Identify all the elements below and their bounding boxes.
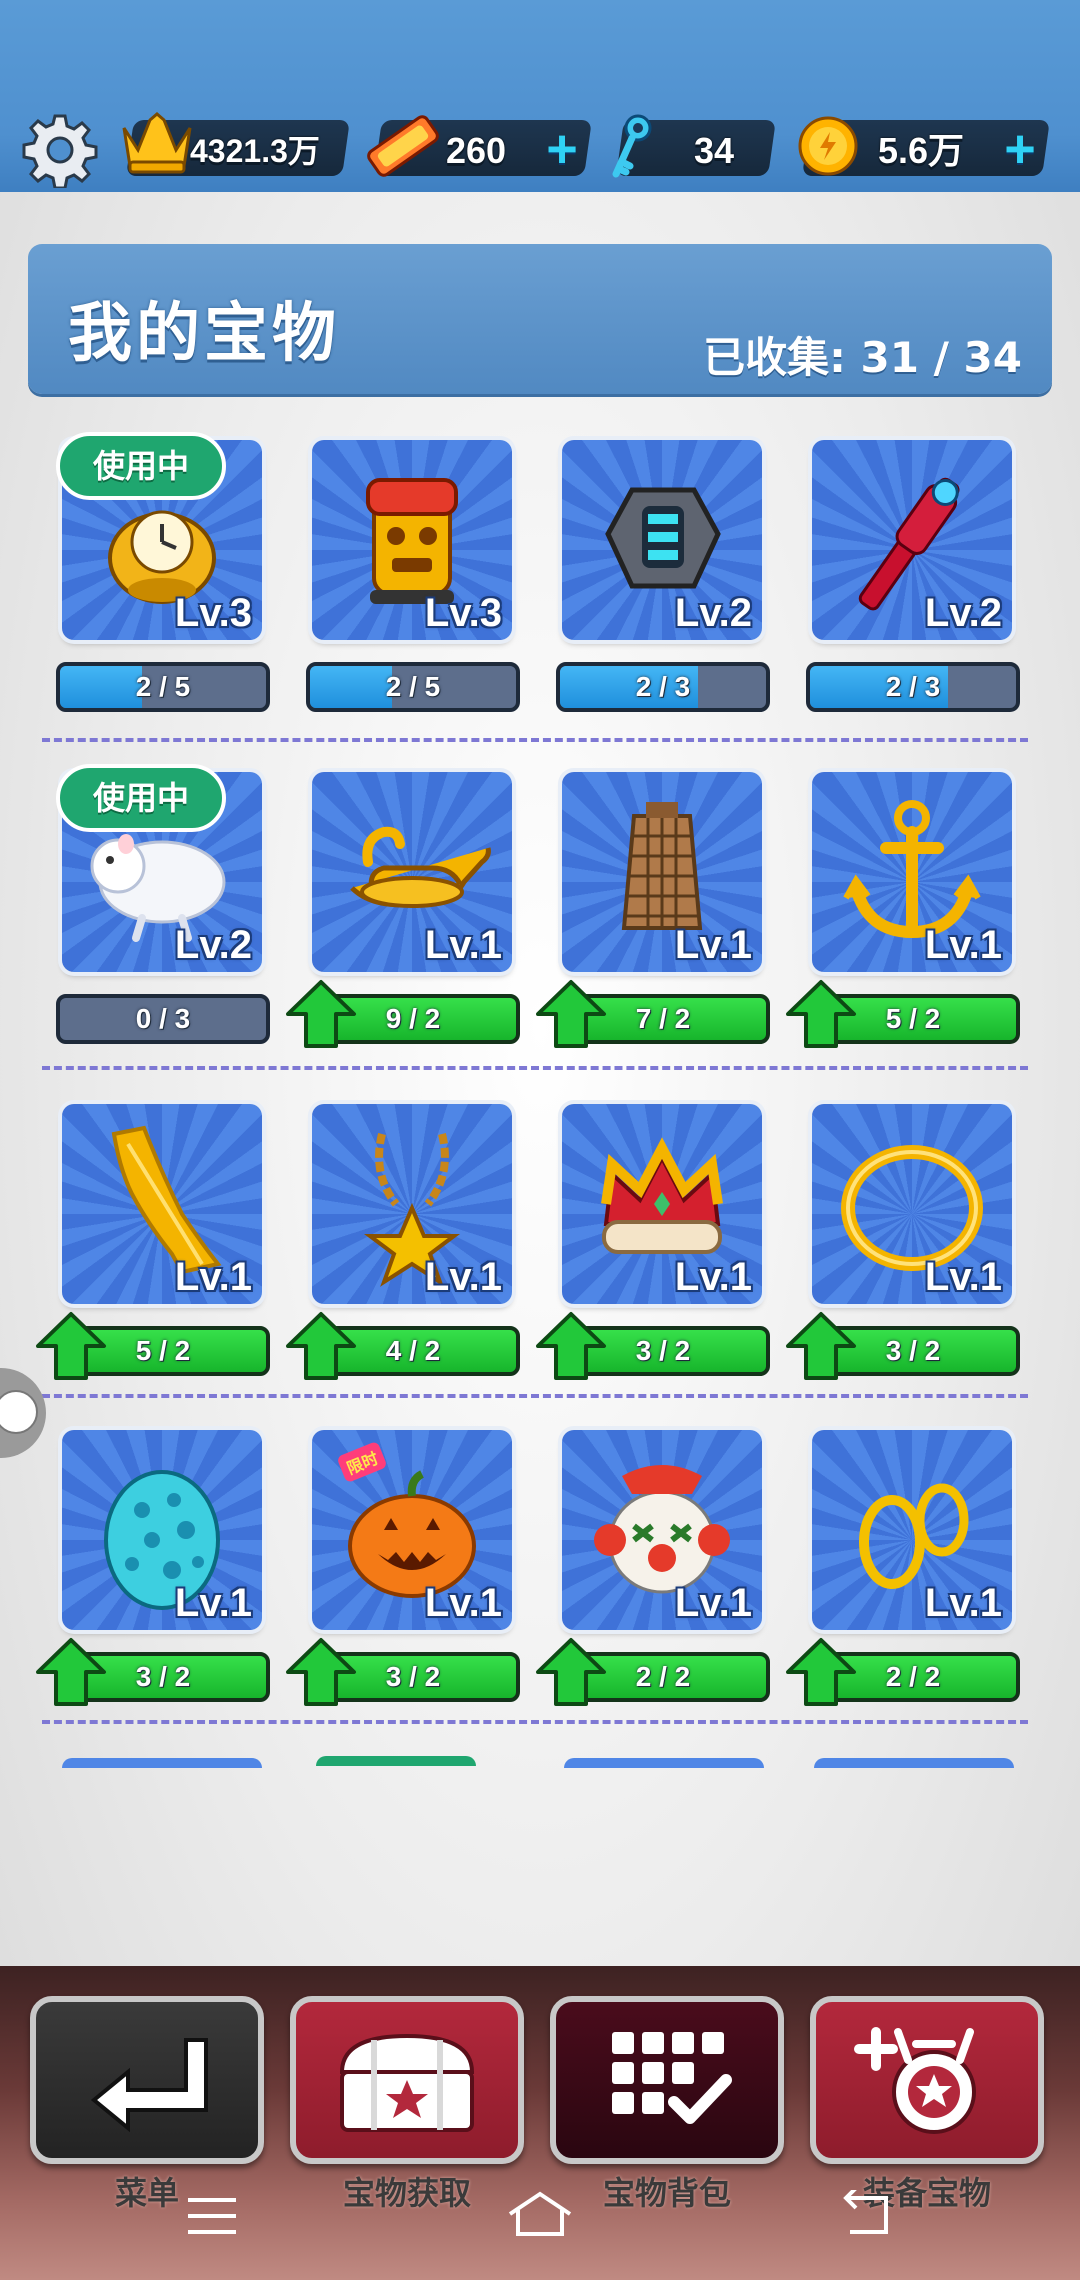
treasure-header-panel: 我的宝物 已收集: 31 / 34 (28, 244, 1052, 394)
progress-label: 0 / 3 (135, 1003, 191, 1034)
treasure-level: Lv.1 (674, 923, 752, 967)
ticket-count: 260 (446, 130, 507, 171)
treasure-card[interactable]: Lv.1 (62, 1104, 262, 1304)
equip-treasure-button[interactable] (810, 1996, 1044, 2164)
upgrade-arrow-icon (786, 980, 856, 1048)
treasure-card[interactable]: Lv.1 限时 (312, 1430, 512, 1630)
in-use-badge: 使用中 (56, 764, 226, 832)
system-back-icon[interactable] (840, 2190, 900, 2240)
treasure-card[interactable]: Lv.1 (812, 1104, 1012, 1304)
upgrade-arrow-icon (536, 1638, 606, 1706)
treasure-level: Lv.3 (424, 591, 502, 635)
upgrade-arrow-icon (786, 1312, 856, 1380)
row-divider (42, 1394, 1028, 1398)
equip-medal-icon (854, 2027, 976, 2134)
treasure-card[interactable]: Lv.1 (62, 1430, 262, 1630)
crown-count: 4321.3万 (190, 133, 320, 169)
upgrade-arrow-icon (286, 1638, 356, 1706)
row-divider (42, 1720, 1028, 1724)
treasure-card[interactable]: Lv.1 (312, 772, 512, 972)
fragment-progress-bar: 2 / 3 (806, 662, 1020, 712)
treasure-card[interactable]: Lv.1 (812, 1430, 1012, 1630)
progress-label: 2 / 3 (885, 671, 941, 702)
in-use-badge-peek (316, 1756, 476, 1766)
treasure-level: Lv.3 (174, 591, 252, 635)
fragment-progress-bar: 2 / 3 (556, 662, 770, 712)
treasure-chest-icon (339, 2033, 475, 2132)
treasure-level: Lv.2 (174, 923, 252, 967)
fragment-progress-bar: 2 / 5 (56, 662, 270, 712)
fragment-progress-bar: 2 / 5 (306, 662, 520, 712)
row-divider (42, 738, 1028, 742)
treasure-card[interactable]: Lv.1 (562, 772, 762, 972)
treasure-level: Lv.1 (924, 1581, 1002, 1625)
add-coins-button[interactable]: + (998, 122, 1042, 176)
crown-icon (122, 112, 192, 174)
upgrade-arrow-icon (36, 1312, 106, 1380)
acquire-label: 宝物获取 (342, 2174, 471, 2212)
upgrade-arrow-icon (786, 1638, 856, 1706)
acquire-treasure-button[interactable] (290, 1996, 524, 2164)
treasure-card[interactable]: Lv.1 (562, 1430, 762, 1630)
fragment-progress-bar: 0 / 3 (56, 994, 270, 1044)
backpack-label: 宝物背包 (602, 2174, 731, 2212)
treasure-card[interactable]: Lv.1 (812, 772, 1012, 972)
treasure-card[interactable]: Lv.3 (312, 440, 512, 640)
grid-check-icon (612, 2032, 732, 2124)
upgrade-arrow-icon (286, 980, 356, 1048)
collected-count: 已收集: 31 / 34 (703, 333, 1022, 382)
treasure-level: Lv.2 (924, 591, 1002, 635)
treasure-card[interactable]: Lv.1 (562, 1104, 762, 1304)
system-menu-icon[interactable] (184, 2194, 240, 2238)
coin-count: 5.6万 (878, 130, 965, 171)
treasure-level: Lv.1 (924, 1255, 1002, 1299)
treasure-level: Lv.2 (674, 591, 752, 635)
treasure-card[interactable]: Lv.1 (312, 1104, 512, 1304)
system-home-icon[interactable] (504, 2188, 576, 2240)
treasure-card-peek (814, 1758, 1014, 1768)
treasure-level: Lv.1 (424, 1255, 502, 1299)
return-arrow-icon (90, 2038, 208, 2133)
treasure-level: Lv.1 (174, 1581, 252, 1625)
treasure-level: Lv.1 (674, 1255, 752, 1299)
treasure-level: Lv.1 (174, 1255, 252, 1299)
row-divider (42, 1066, 1028, 1070)
key-icon (612, 114, 652, 178)
gear-icon[interactable] (22, 112, 98, 188)
treasure-level: Lv.1 (424, 1581, 502, 1625)
upgrade-arrow-icon (286, 1312, 356, 1380)
menu-button[interactable] (30, 1996, 264, 2164)
treasure-backpack-button[interactable] (550, 1996, 784, 2164)
ticket-icon (367, 115, 439, 177)
upgrade-arrow-icon (36, 1638, 106, 1706)
treasure-level: Lv.1 (924, 923, 1002, 967)
upgrade-arrow-icon (536, 980, 606, 1048)
upgrade-arrow-icon (536, 1312, 606, 1380)
key-count: 34 (694, 130, 735, 171)
page-title: 我的宝物 (68, 297, 340, 371)
progress-label: 2 / 5 (385, 671, 441, 702)
treasure-card-peek (564, 1758, 764, 1768)
in-use-badge: 使用中 (56, 432, 226, 500)
treasure-card[interactable]: Lv.2 (562, 440, 762, 640)
treasure-card-peek (62, 1758, 262, 1768)
add-tickets-button[interactable]: + (540, 122, 584, 176)
coin-icon (798, 116, 858, 176)
progress-label: 2 / 5 (135, 671, 191, 702)
top-resource-bar: 4321.3万 260 + 34 5.6万 + (0, 0, 1080, 192)
progress-label: 2 / 3 (635, 671, 691, 702)
treasure-card[interactable]: Lv.2 (812, 440, 1012, 640)
treasure-level: Lv.1 (674, 1581, 752, 1625)
treasure-level: Lv.1 (424, 923, 502, 967)
